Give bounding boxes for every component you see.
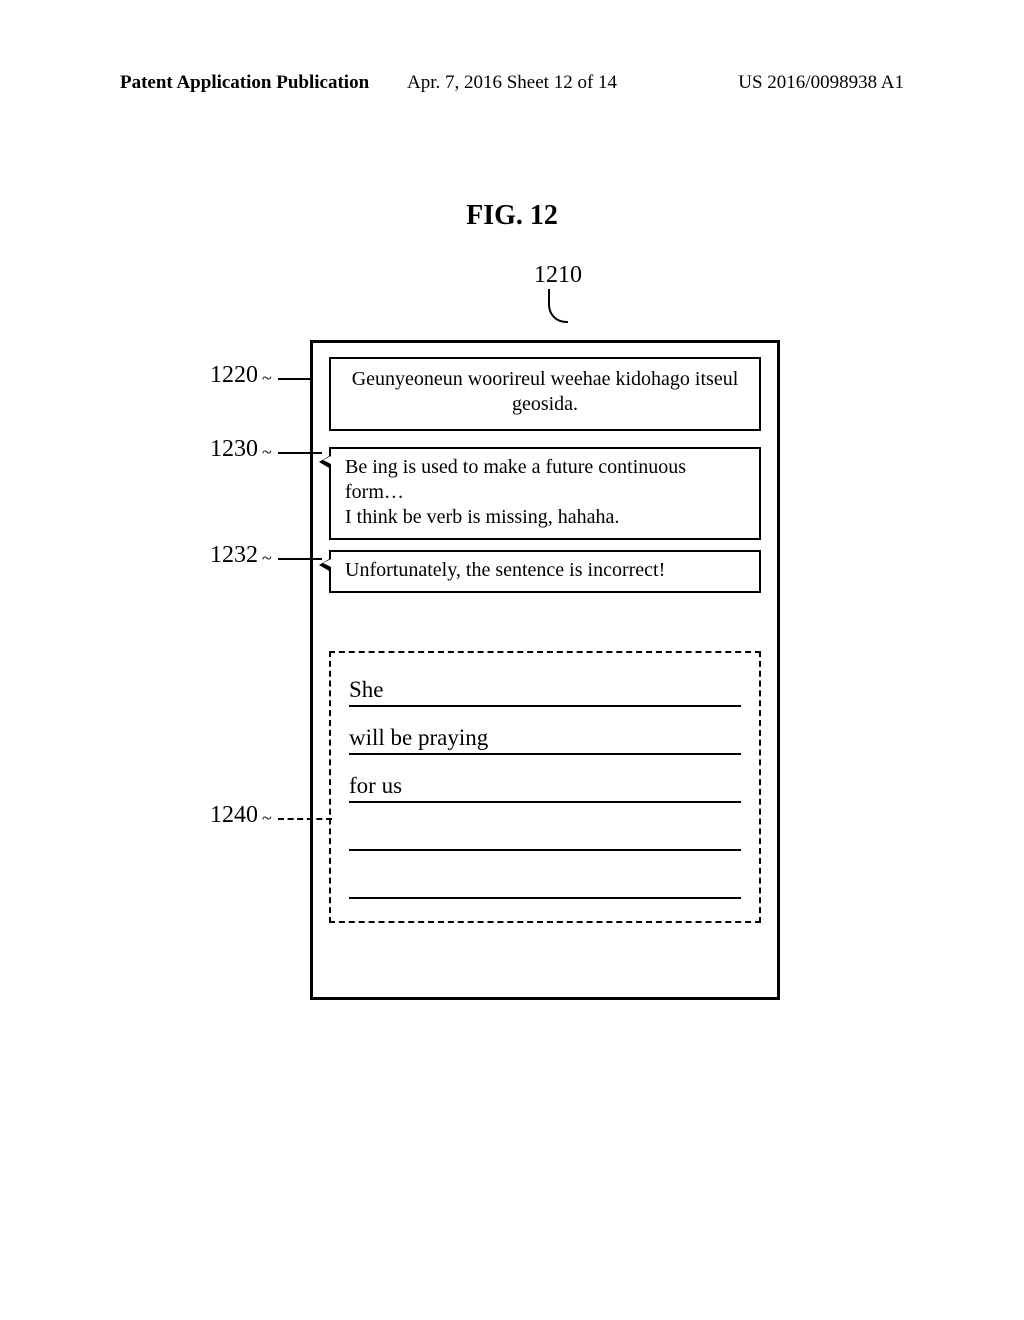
ref-1230: 1230 xyxy=(210,436,258,463)
figure-title: FIG. 12 xyxy=(0,200,1024,232)
answer-line-5[interactable] xyxy=(349,855,741,899)
bubble1-line3: I think be verb is missing, hahaha. xyxy=(345,505,749,530)
answer-text-3: for us xyxy=(349,773,402,799)
chat-bubble-1: Be ing is used to make a future continuo… xyxy=(329,447,761,540)
leader-1240: ~ xyxy=(262,808,270,829)
patent-page: Patent Application Publication Apr. 7, 2… xyxy=(0,0,1024,1320)
leader-1220-line xyxy=(278,378,312,380)
answer-area[interactable]: She will be praying for us xyxy=(329,651,761,923)
bubble-tail-inner-icon xyxy=(323,558,333,568)
header-center: Apr. 7, 2016 Sheet 12 of 14 xyxy=(407,72,617,94)
ref-1240: 1240 xyxy=(210,802,258,829)
bubble2-text: Unfortunately, the sentence is incorrect… xyxy=(345,558,749,583)
leader-1230: ~ xyxy=(262,442,270,463)
bubble-tail-inner-icon xyxy=(323,455,333,465)
chat-bubble-2: Unfortunately, the sentence is incorrect… xyxy=(329,550,761,593)
answer-text-1: She xyxy=(349,677,384,703)
ref-1232: 1232 xyxy=(210,542,258,569)
prompt-text: Geunyeoneun woorireul weehae kidohago it… xyxy=(352,368,739,415)
header-right: US 2016/0098938 A1 xyxy=(738,72,904,94)
leader-1232: ~ xyxy=(262,548,270,569)
answer-line-3[interactable]: for us xyxy=(349,759,741,803)
prompt-box: Geunyeoneun woorireul weehae kidohago it… xyxy=(329,357,761,431)
page-header: Patent Application Publication Apr. 7, 2… xyxy=(120,72,904,94)
header-left: Patent Application Publication xyxy=(120,72,369,94)
answer-text-2: will be praying xyxy=(349,725,488,751)
ref-1210-callout: 1210 xyxy=(528,262,588,323)
answer-line-4[interactable] xyxy=(349,807,741,851)
answer-line-2[interactable]: will be praying xyxy=(349,711,741,755)
callout-hook-icon xyxy=(548,289,568,323)
ref-1210: 1210 xyxy=(528,262,588,289)
ref-1220: 1220 xyxy=(210,362,258,389)
bubble1-line2: form… xyxy=(345,480,749,505)
answer-line-1[interactable]: She xyxy=(349,663,741,707)
bubble1-line1: Be ing is used to make a future continuo… xyxy=(345,455,749,480)
leader-1220: ~ xyxy=(262,368,270,389)
device-screen: Geunyeoneun woorireul weehae kidohago it… xyxy=(310,340,780,1000)
